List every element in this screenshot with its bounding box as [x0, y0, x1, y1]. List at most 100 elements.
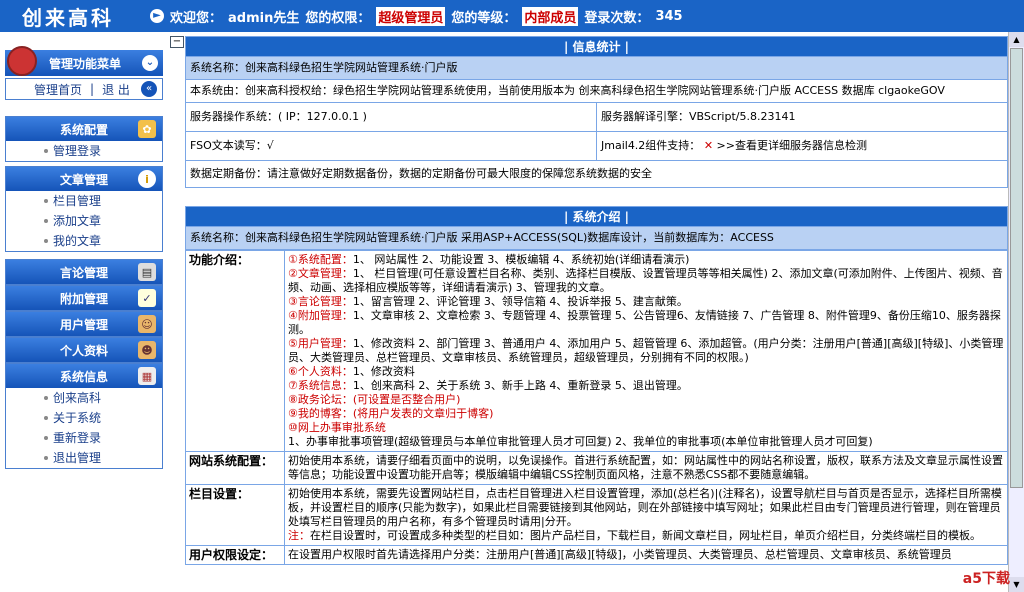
group-label: 文章管理 — [59, 172, 108, 187]
feature-line: ⑨我的博客：(将用户发表的文章归于博客) — [288, 407, 1004, 421]
menu-header[interactable]: 管理功能菜单 ⌄ — [5, 46, 163, 76]
feature-text: 1、创来高科 2、关于系统 3、新手上路 4、重新登录 5、退出管理。 — [352, 379, 688, 392]
username: admin先生 — [228, 10, 300, 26]
group-header[interactable]: 文章管理 i — [6, 167, 162, 191]
feature-text: 1、修改资料 — [352, 365, 415, 378]
group-header[interactable]: 用户管理 ☺ — [6, 312, 162, 336]
feature-number: ⑦ — [288, 379, 298, 392]
sidebar-item[interactable]: 退出管理 — [6, 448, 162, 468]
row-text: 初始使用本系统，请要仔细看页面中的说明，以免误操作。首进行系统配置，如：网站属性… — [284, 451, 1008, 485]
info-backup: 数据定期备份：请注意做好定期数据备份，数据的定期备份可最大限度的保障您系统数据的… — [185, 161, 1008, 188]
group-users: 用户管理 ☺ — [5, 311, 163, 337]
feature-number: ⑧ — [288, 393, 298, 406]
intro-title: | 系统介绍 | — [185, 206, 1008, 227]
detect-link[interactable]: >>查看更详细服务器信息检测 — [717, 139, 867, 152]
feature-heading: 附加管理： — [297, 309, 353, 322]
scroll-up-icon[interactable]: ▲ — [1009, 32, 1024, 47]
checklist-icon: ✓ — [138, 289, 156, 307]
feature-text: 1、文章审核 2、文章检索 3、专题管理 4、投票管理 5、公告管理6、友情链接… — [288, 309, 1001, 336]
collapse-icon[interactable]: « — [141, 81, 157, 97]
row-text: 在设置用户权限时首先请选择用户分类：注册用户[普通][高级][特级]，小类管理员… — [284, 545, 1008, 565]
info-sysname: 系统名称：创来高科绿色招生学院网站管理系统·门户版 — [185, 57, 1008, 80]
feature-heading: 政务论坛： — [297, 393, 353, 406]
feature-number: ④ — [288, 309, 298, 322]
scroll-down-icon[interactable]: ▼ — [1009, 577, 1024, 592]
main-content: | 信息统计 | 系统名称：创来高科绿色招生学院网站管理系统·门户版 本系统由：… — [185, 36, 1008, 592]
feature-text: 1、 栏目管理(可任意设置栏目名称、类别、选择栏目模版、设置管理员等等相关属性)… — [288, 267, 1003, 294]
group-header[interactable]: 系统信息 ▦ — [6, 364, 162, 388]
welcome-bar: ► 欢迎您： admin先生 您的权限： 超级管理员 您的等级： 内部成员 登录… — [150, 6, 683, 26]
permission-label: 您的权限： — [305, 10, 371, 26]
row-key: 网站系统配置： — [185, 451, 285, 485]
row-text: 初始使用本系统，需要先设置网站栏目，点击栏目管理进入栏目设置管理，添加(总栏名)… — [284, 484, 1008, 546]
home-link[interactable]: 管理首页 — [34, 81, 82, 98]
feature-heading: 我的博客： — [297, 407, 353, 420]
sidebar-item[interactable]: 管理登录 — [6, 141, 162, 161]
logo: 创来高科 — [22, 5, 114, 30]
feature-heading: 网上办事审批系统 — [297, 421, 386, 434]
sidebar-item[interactable]: 我的文章 — [6, 231, 162, 251]
group-header[interactable]: 言论管理 ▤ — [6, 260, 162, 284]
group-label: 用户管理 — [59, 317, 108, 332]
feature-number: ⑤ — [288, 337, 298, 350]
sidebar-item[interactable]: 添加文章 — [6, 211, 162, 231]
feature-text: 1、修改资料 2、部门管理 3、普通用户 4、添加用户 5、超管管理 6、添加超… — [288, 337, 1004, 364]
menu-title: 管理功能菜单 — [49, 56, 122, 71]
group-header[interactable]: 附加管理 ✓ — [6, 286, 162, 310]
jmail-label: Jmail4.2组件支持： — [601, 139, 701, 152]
info-server-row: 服务器操作系统：( IP：127.0.0.1 ) 服务器解译引擎：VBScrip… — [185, 103, 1008, 132]
printer-icon: ▤ — [138, 263, 156, 281]
home-bar: 管理首页 | 退 出 « — [5, 78, 163, 100]
feature-heading: 言论管理： — [297, 295, 353, 308]
collapse-toggle[interactable]: − — [170, 36, 184, 48]
group-sysinfo: 系统信息 ▦ 创来高科 关于系统 重新登录 退出管理 — [5, 363, 163, 469]
feature-line: ①系统配置：1、 网站属性 2、功能设置 3、模板编辑 4、系统初始(详细请看演… — [288, 253, 1004, 267]
group-system-config: 系统配置 ✿ 管理登录 — [5, 116, 163, 162]
info-jmail: Jmail4.2组件支持： ✕ >>查看更详细服务器信息检测 — [596, 132, 1007, 160]
level-value: 内部成员 — [522, 6, 579, 26]
feature-line: ⑥个人资料：1、修改资料 — [288, 365, 1004, 379]
intro-table: 功能介绍： ①系统配置：1、 网站属性 2、功能设置 3、模板编辑 4、系统初始… — [185, 250, 1008, 565]
sidebar-item[interactable]: 栏目管理 — [6, 191, 162, 211]
group-header[interactable]: 个人资料 ☻ — [6, 338, 162, 362]
sidebar-item[interactable]: 关于系统 — [6, 408, 162, 428]
row-key: 功能介绍： — [185, 250, 285, 452]
profile-icon: ☻ — [138, 341, 156, 359]
group-label: 言论管理 — [59, 265, 108, 280]
scrollbar[interactable]: ▲ ▼ — [1008, 32, 1024, 592]
feature-number: ③ — [288, 295, 298, 308]
table-row: 功能介绍： ①系统配置：1、 网站属性 2、功能设置 3、模板编辑 4、系统初始… — [185, 250, 1008, 452]
feature-text: 1、留言管理 2、评论管理 3、领导信箱 4、投诉举报 5、建言献策。 — [352, 295, 688, 308]
info-icon: i — [138, 170, 156, 188]
calendar-icon: ▦ — [138, 367, 156, 385]
note-label: 注： — [288, 529, 310, 542]
group-comments: 言论管理 ▤ — [5, 259, 163, 285]
info-component-row: FSO文本读写：√ Jmail4.2组件支持： ✕ >>查看更详细服务器信息检测 — [185, 132, 1008, 161]
top-bar: 创来高科 ► 欢迎您： admin先生 您的权限： 超级管理员 您的等级： 内部… — [0, 0, 1024, 32]
arrow-icon: ► — [150, 9, 164, 23]
feature-text: 1、办事审批事项管理(超级管理员与本单位审批管理人员才可回复) 2、我单位的审批… — [288, 435, 873, 448]
scroll-thumb[interactable] — [1010, 48, 1023, 488]
column-text: 初始使用本系统，需要先设置网站栏目，点击栏目管理进入栏目设置管理，添加(总栏名)… — [288, 487, 1002, 528]
cross-icon: ✕ — [703, 139, 714, 152]
login-count: 345 — [655, 8, 683, 24]
feature-line: ⑧政务论坛：(可设置是否整合用户) — [288, 393, 1004, 407]
feature-line: ③言论管理：1、留言管理 2、评论管理 3、领导信箱 4、投诉举报 5、建言献策… — [288, 295, 1004, 309]
login-label: 登录次数： — [584, 10, 650, 26]
sidebar: 管理功能菜单 ⌄ 管理首页 | 退 出 « 系统配置 ✿ 管理登录 文章管理 i 栏… — [0, 32, 170, 592]
table-row: 网站系统配置： 初始使用本系统，请要仔细看页面中的说明，以免误操作。首进行系统配… — [185, 451, 1008, 485]
info-engine: 服务器解译引擎：VBScript/5.8.23141 — [596, 103, 1007, 131]
sidebar-item[interactable]: 重新登录 — [6, 428, 162, 448]
chevron-down-icon[interactable]: ⌄ — [142, 55, 158, 71]
group-label: 个人资料 — [59, 343, 108, 358]
feature-heading: 用户管理： — [297, 337, 353, 350]
watermark-logo: a5下载 — [962, 571, 1010, 587]
feature-number: ⑩ — [288, 421, 298, 434]
table-row: 用户权限设定： 在设置用户权限时首先请选择用户分类：注册用户[普通][高级][特… — [185, 545, 1008, 565]
group-header[interactable]: 系统配置 ✿ — [6, 117, 162, 141]
welcome-label: 欢迎您： — [170, 10, 223, 26]
logout-link[interactable]: 退 出 — [102, 81, 130, 98]
info-title: | 信息统计 | — [185, 36, 1008, 57]
sidebar-item[interactable]: 创来高科 — [6, 388, 162, 408]
feature-number: ② — [288, 267, 298, 280]
